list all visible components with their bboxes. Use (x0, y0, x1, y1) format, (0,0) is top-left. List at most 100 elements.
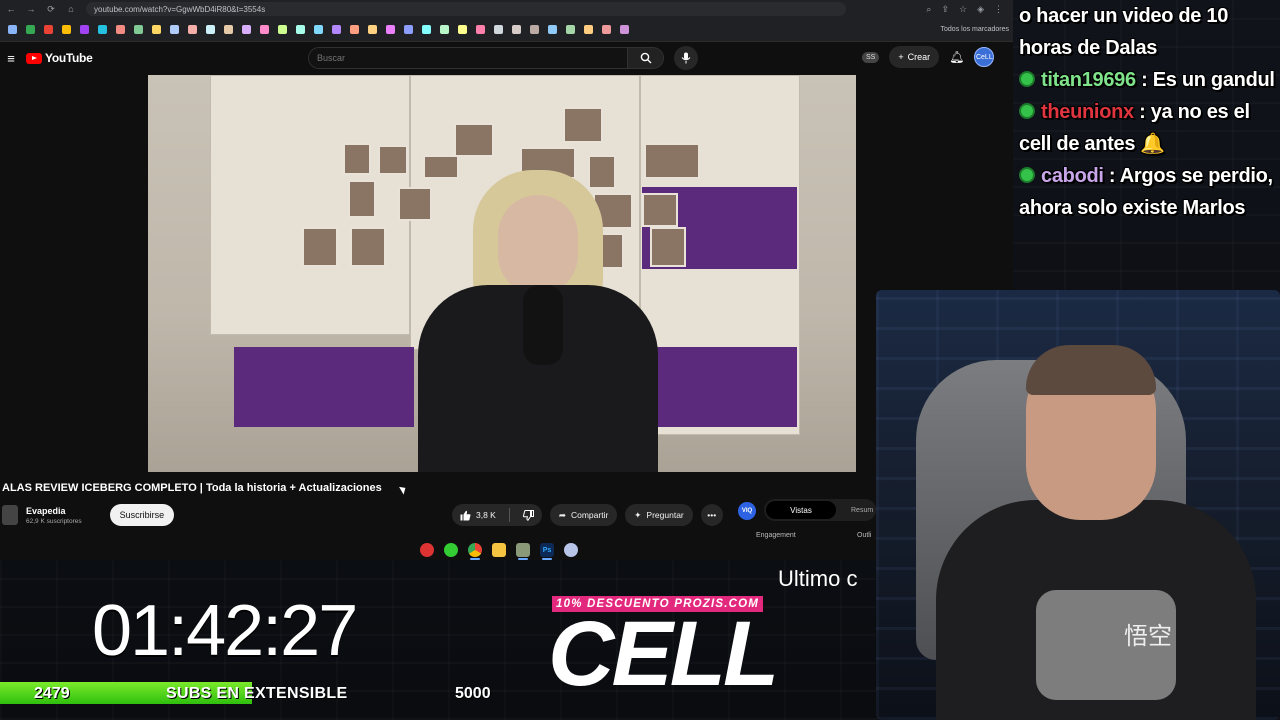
bookmark-icon[interactable] (422, 25, 431, 34)
bookmark-icon[interactable] (134, 25, 143, 34)
bookmarks-bar: Todos los marcadores (0, 18, 1013, 42)
bookmark-icon[interactable] (512, 25, 521, 34)
bookmark-icon[interactable] (26, 25, 35, 34)
bookmark-icon[interactable] (368, 25, 377, 34)
subscribe-button[interactable]: Suscribirse (109, 504, 175, 526)
channel-avatar[interactable] (2, 505, 18, 525)
bookmark-icon[interactable] (494, 25, 503, 34)
bookmark-icon[interactable] (386, 25, 395, 34)
youtube-header: ≡ YouTube SS + Crear 🔔︎ (0, 42, 1013, 74)
bookmark-icon[interactable] (260, 25, 269, 34)
hamburger-menu-icon[interactable]: ≡ (0, 51, 22, 66)
chrome-icon[interactable] (468, 543, 482, 560)
discord-icon[interactable] (564, 543, 578, 557)
bookmark-icon[interactable] (44, 25, 53, 34)
notifications-bell-icon[interactable]: 🔔︎ (949, 50, 964, 64)
video-actions: 3,8 K ➦ Compartir ✦ Preguntar ••• (452, 504, 723, 526)
bookmark-icon[interactable] (404, 25, 413, 34)
bookmark-icon[interactable] (440, 25, 449, 34)
bookmark-icon[interactable] (62, 25, 71, 34)
bookmark-icon[interactable] (152, 25, 161, 34)
bookmark-icon[interactable] (584, 25, 593, 34)
bookmark-icon[interactable] (80, 25, 89, 34)
bookmark-icon[interactable] (548, 25, 557, 34)
ss-badge[interactable]: SS (862, 51, 880, 63)
wall-photo (563, 107, 603, 143)
wall-photo (378, 145, 408, 175)
bookmark-icon[interactable] (278, 25, 287, 34)
like-button[interactable]: 3,8 K (452, 504, 504, 526)
thumbs-up-icon (460, 510, 471, 520)
create-label: Crear (907, 52, 931, 62)
chat-username[interactable]: titan19696 (1041, 69, 1136, 91)
chat-username[interactable]: cabodi (1041, 165, 1104, 187)
forward-icon[interactable]: → (26, 4, 36, 14)
all-bookmarks[interactable]: Todos los marcadores (941, 26, 1013, 33)
vidiq-logo[interactable]: VIQ (738, 502, 756, 520)
stream-chat: o hacer un video de 10 horas de Dalas ti… (1014, 0, 1280, 290)
bookmark-icon[interactable] (8, 25, 17, 34)
bookmark-icon[interactable] (314, 25, 323, 34)
search-box (308, 47, 664, 69)
microphone-icon (681, 52, 691, 64)
bookmark-icon[interactable] (98, 25, 107, 34)
bookmark-icon[interactable] (224, 25, 233, 34)
youtube-logo[interactable]: YouTube (26, 51, 93, 65)
share-icon[interactable]: ⇪ (941, 4, 949, 15)
wall-photo (642, 193, 678, 227)
channel-name[interactable]: Evapedia (26, 506, 82, 516)
panel-tabs: Vistas Resum (764, 499, 876, 521)
reload-icon[interactable]: ⟳ (46, 4, 56, 15)
file-explorer-icon[interactable] (492, 543, 506, 557)
app-icon[interactable] (516, 543, 530, 560)
share-button[interactable]: ➦ Compartir (549, 504, 618, 526)
tab-vistas[interactable]: Vistas (766, 501, 836, 519)
search-input[interactable] (308, 47, 628, 69)
account-avatar[interactable]: CeLL (974, 47, 995, 67)
like-count: 3,8 K (476, 510, 496, 520)
bookmark-icon[interactable] (602, 25, 611, 34)
bookmark-icon[interactable] (332, 25, 341, 34)
extensions-icon[interactable]: ◈ (977, 4, 984, 15)
bookmark-icon[interactable] (566, 25, 575, 34)
dislike-button[interactable] (515, 504, 542, 526)
wall-photo (423, 155, 459, 179)
bookmark-icon[interactable] (116, 25, 125, 34)
bookmark-icon[interactable] (188, 25, 197, 34)
obs-icon[interactable] (420, 543, 434, 557)
chat-username[interactable]: theunionx (1041, 101, 1134, 123)
home-icon[interactable]: ⌂ (66, 4, 76, 14)
ask-button[interactable]: ✦ Preguntar (625, 504, 693, 526)
photoshop-icon[interactable]: Ps (540, 543, 554, 560)
bookmark-icon[interactable] (350, 25, 359, 34)
url-text: youtube.com/watch?v=GgwWbD4iR80&t=3554s (94, 4, 266, 14)
voice-search-button[interactable] (674, 46, 698, 70)
zoom-icon[interactable]: ⌕ (926, 4, 931, 15)
wall-photo (454, 123, 494, 157)
purple-drawer-left (234, 347, 414, 427)
video-player[interactable] (148, 75, 856, 472)
bookmark-icon[interactable] (296, 25, 305, 34)
bookmark-icon[interactable] (620, 25, 629, 34)
bookmark-icon[interactable] (206, 25, 215, 34)
tab-resumen[interactable]: Resum (851, 507, 873, 514)
back-icon[interactable]: ← (6, 4, 16, 14)
bookmark-icon[interactable] (242, 25, 251, 34)
spotify-icon[interactable] (444, 543, 458, 557)
search-button[interactable] (628, 47, 664, 69)
bookmark-icon[interactable] (530, 25, 539, 34)
chat-text: : Es un gandul (1135, 69, 1275, 91)
more-actions-button[interactable]: ••• (700, 504, 723, 526)
bookmark-icon[interactable] (170, 25, 179, 34)
bookmark-icon[interactable] (458, 25, 467, 34)
bookmark-icon[interactable] (476, 25, 485, 34)
streamer-logo-text: CELL (548, 603, 779, 705)
address-bar[interactable]: youtube.com/watch?v=GgwWbD4iR80&t=3554s (86, 2, 846, 16)
star-icon[interactable]: ☆ (959, 4, 967, 15)
chat-message: o hacer un video de 10 horas de Dalas (1019, 0, 1276, 64)
menu-icon[interactable]: ⋮ (994, 4, 1003, 15)
wall-photo (343, 143, 371, 175)
create-button[interactable]: + Crear (889, 46, 940, 68)
wardrobe-door-left (210, 75, 410, 335)
share-arrow-icon: ➦ (558, 509, 566, 520)
